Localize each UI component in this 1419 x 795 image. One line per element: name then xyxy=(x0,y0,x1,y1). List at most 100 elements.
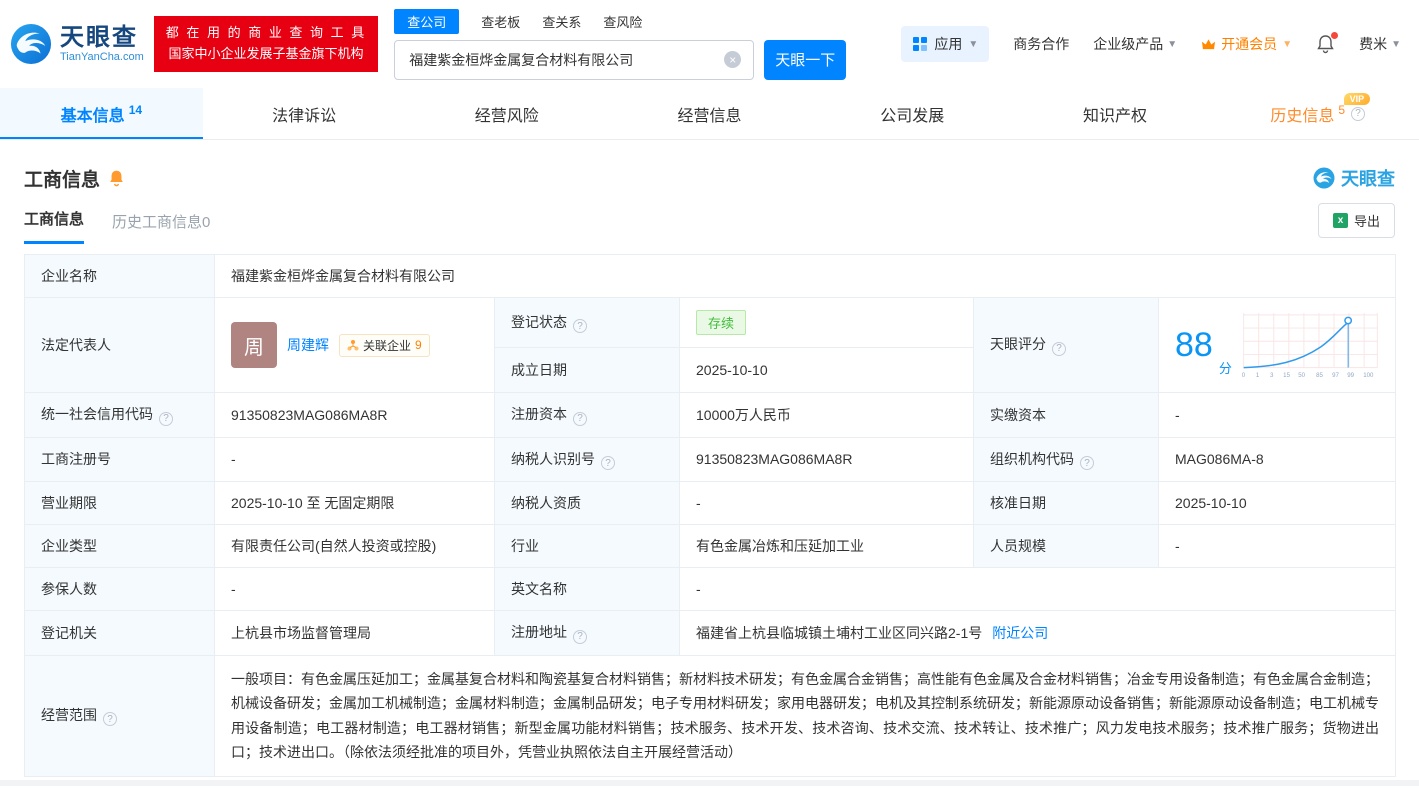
field-reg-capital-label: 注册资本? xyxy=(495,393,680,438)
table-row: 登记机关 上杭县市场监督管理局 注册地址? 福建省上杭县临城镇土埔村工业区同兴路… xyxy=(25,611,1396,656)
apps-menu-label: 应用 xyxy=(934,34,962,54)
tab-label: 法律诉讼 xyxy=(272,102,336,126)
help-icon[interactable]: ? xyxy=(573,630,587,644)
field-taxpayer-qual-value: - xyxy=(680,482,974,525)
top-header: 天眼查 TianYanCha.com 都 在 用 的 商 业 查 询 工 具 国… xyxy=(0,0,1419,88)
field-approve-date-value: 2025-10-10 xyxy=(1159,482,1396,525)
tab-legal-litigation[interactable]: 法律诉讼 xyxy=(203,88,406,139)
subtab-business-info[interactable]: 工商信息 xyxy=(24,208,84,244)
field-reg-no-label: 工商注册号 xyxy=(25,437,215,482)
field-company-name-label: 企业名称 xyxy=(25,255,215,298)
svg-text:97: 97 xyxy=(1332,372,1339,379)
search-tab-risk[interactable]: 查风险 xyxy=(603,9,642,34)
field-approve-date-label: 核准日期 xyxy=(974,482,1159,525)
tab-label: 知识产权 xyxy=(1083,102,1147,126)
search-tab-company[interactable]: 查公司 xyxy=(394,9,459,34)
help-icon[interactable]: ? xyxy=(601,456,615,470)
brand-domain: TianYanCha.com xyxy=(60,51,144,63)
legal-rep-name-link[interactable]: 周建辉 xyxy=(287,335,329,355)
field-score-value: 88 分 xyxy=(1159,298,1396,393)
field-reg-status-label: 登记状态? xyxy=(495,298,680,348)
field-en-name-value: - xyxy=(680,568,1396,611)
help-icon[interactable]: ? xyxy=(159,412,173,426)
apps-menu-button[interactable]: 应用 ▼ xyxy=(901,26,989,62)
export-button[interactable]: x 导出 xyxy=(1318,203,1395,238)
tab-label: 经营信息 xyxy=(678,102,742,126)
field-reg-capital-value: 10000万人民币 xyxy=(680,393,974,438)
help-icon[interactable]: ? xyxy=(573,412,587,426)
field-term-value: 2025-10-10 至 无固定期限 xyxy=(215,482,495,525)
svg-text:99: 99 xyxy=(1347,372,1354,379)
search-tab-boss[interactable]: 查老板 xyxy=(481,9,520,34)
related-companies-count: 9 xyxy=(415,338,422,352)
field-authority-label: 登记机关 xyxy=(25,611,215,656)
help-icon[interactable]: ? xyxy=(103,712,117,726)
field-term-label: 营业期限 xyxy=(25,482,215,525)
table-row: 企业名称 福建紫金桓烨金属复合材料有限公司 xyxy=(25,255,1396,298)
field-legal-rep-label: 法定代表人 xyxy=(25,298,215,393)
tab-history-info[interactable]: VIP 历史信息 5 ? xyxy=(1216,88,1419,139)
slogan-line1: 都 在 用 的 商 业 查 询 工 具 xyxy=(166,23,367,44)
svg-text:1: 1 xyxy=(1256,372,1260,379)
tab-basic-info[interactable]: 基本信息 14 xyxy=(0,88,203,139)
main-tab-bar: 基本信息 14 法律诉讼 经营风险 经营信息 公司发展 知识产权 VIP 历史信… xyxy=(0,88,1419,140)
user-name: 费米 xyxy=(1359,34,1387,54)
field-establish-date-value: 2025-10-10 xyxy=(680,348,974,393)
field-insured-value: - xyxy=(215,568,495,611)
header-nav: 应用 ▼ 商务合作 企业级产品 ▼ 开通会员 ▼ 费米 ▼ xyxy=(901,26,1401,62)
table-row: 经营范围? 一般项目：有色金属压延加工；金属基复合材料和陶瓷基复合材料销售；新材… xyxy=(25,655,1396,776)
user-menu[interactable]: 费米 ▼ xyxy=(1359,34,1401,54)
clear-search-icon[interactable]: × xyxy=(724,51,741,68)
section-notify-icon[interactable] xyxy=(108,169,125,187)
field-address-label: 注册地址? xyxy=(495,611,680,656)
chevron-down-icon: ▼ xyxy=(1167,39,1177,50)
field-authority-value: 上杭县市场监督管理局 xyxy=(215,611,495,656)
tab-label: 基本信息 xyxy=(61,102,125,126)
field-taxpayer-no-value: 91350823MAG086MA8R xyxy=(680,437,974,482)
apps-grid-icon xyxy=(912,36,928,52)
company-search-input[interactable] xyxy=(407,51,724,69)
legal-rep-avatar[interactable]: 周 xyxy=(231,322,277,368)
table-row: 法定代表人 周 周建辉 关联企业 9 xyxy=(25,298,1396,348)
brand-logo[interactable]: 天眼查 TianYanCha.com xyxy=(10,23,144,65)
nav-enterprise-products-label: 企业级产品 xyxy=(1093,34,1163,54)
nav-business-cooperation[interactable]: 商务合作 xyxy=(1013,34,1069,54)
tab-intellectual-property[interactable]: 知识产权 xyxy=(1014,88,1217,139)
tianyan-score-value: 88 xyxy=(1175,328,1213,362)
section-header: 工商信息 天眼查 xyxy=(24,164,1395,192)
slogan-line2: 国家中小企业发展子基金旗下机构 xyxy=(166,44,367,65)
svg-text:85: 85 xyxy=(1316,372,1323,379)
field-taxpayer-no-label: 纳税人识别号? xyxy=(495,437,680,482)
field-staff-size-value: - xyxy=(1159,525,1396,568)
help-icon[interactable]: ? xyxy=(1080,456,1094,470)
chevron-down-icon: ▼ xyxy=(1391,39,1401,50)
field-org-code-label: 组织机构代码? xyxy=(974,437,1159,482)
tab-company-development[interactable]: 公司发展 xyxy=(811,88,1014,139)
nearby-companies-link[interactable]: 附近公司 xyxy=(992,625,1048,641)
svg-text:3: 3 xyxy=(1270,372,1274,379)
open-vip-label: 开通会员 xyxy=(1221,34,1277,54)
page-bottom-divider xyxy=(0,780,1419,786)
tab-operation-risk[interactable]: 经营风险 xyxy=(405,88,608,139)
nav-enterprise-products[interactable]: 企业级产品 ▼ xyxy=(1093,34,1177,54)
field-establish-date-label: 成立日期 xyxy=(495,348,680,393)
tab-business-information[interactable]: 经营信息 xyxy=(608,88,811,139)
subtab-bar: 工商信息 历史工商信息0 x 导出 xyxy=(24,206,1395,244)
search-button[interactable]: 天眼一下 xyxy=(764,40,846,80)
address-text: 福建省上杭县临城镇土埔村工业区同兴路2-1号 xyxy=(696,625,982,641)
search-tab-relation[interactable]: 查关系 xyxy=(542,9,581,34)
help-icon[interactable]: ? xyxy=(1351,107,1365,121)
notification-bell-icon[interactable] xyxy=(1316,34,1335,54)
brand-slogan: 都 在 用 的 商 业 查 询 工 具 国家中小企业发展子基金旗下机构 xyxy=(154,16,379,72)
related-companies-badge[interactable]: 关联企业 9 xyxy=(339,334,430,357)
subtab-history-business-info[interactable]: 历史工商信息0 xyxy=(112,211,210,244)
help-icon[interactable]: ? xyxy=(1052,342,1066,356)
field-taxpayer-qual-label: 纳税人资质 xyxy=(495,482,680,525)
field-industry-value: 有色金属冶炼和压延加工业 xyxy=(680,525,974,568)
field-en-name-label: 英文名称 xyxy=(495,568,680,611)
open-vip-button[interactable]: 开通会员 ▼ xyxy=(1201,34,1292,54)
table-row: 工商注册号 - 纳税人识别号? 91350823MAG086MA8R 组织机构代… xyxy=(25,437,1396,482)
help-icon[interactable]: ? xyxy=(573,319,587,333)
tab-label: 历史信息 xyxy=(1270,102,1334,126)
table-row: 营业期限 2025-10-10 至 无固定期限 纳税人资质 - 核准日期 202… xyxy=(25,482,1396,525)
